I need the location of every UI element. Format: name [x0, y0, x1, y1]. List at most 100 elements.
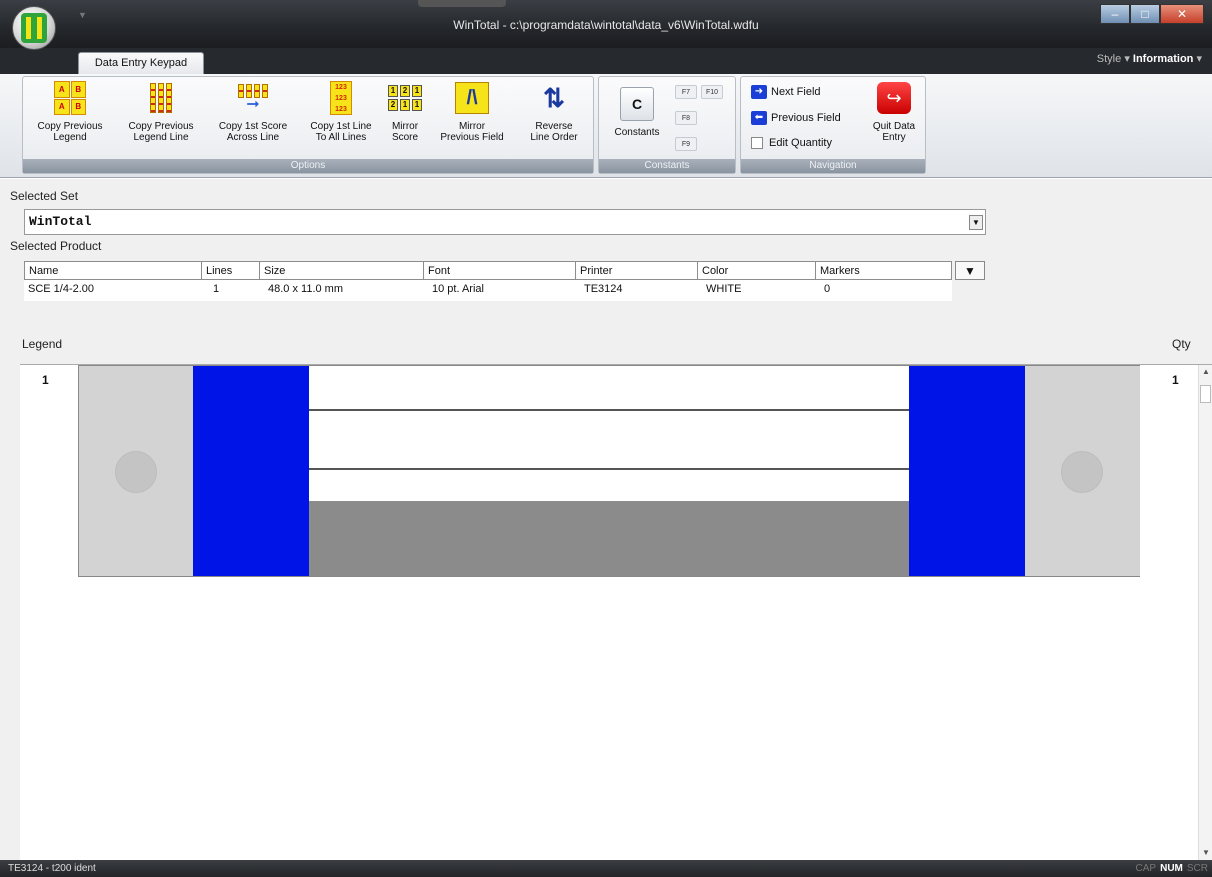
marker-band-right	[909, 366, 1025, 576]
constants-button[interactable]: C Constants	[605, 81, 669, 138]
f8-key[interactable]: F8	[675, 111, 697, 125]
copy-previous-legend-button[interactable]: ABAB Copy Previous Legend	[25, 81, 115, 143]
mirror-score-icon: 121211	[388, 85, 422, 111]
column-header-markers[interactable]: Markers	[815, 261, 952, 280]
status-indicators: CAP NUM SCR	[1136, 860, 1208, 877]
vertical-scrollbar[interactable]: ▲ ▼	[1198, 365, 1212, 861]
reverse-order-icon: ⇅	[543, 82, 565, 113]
button-label: Copy Previous	[128, 121, 194, 132]
arrow-left-icon: ⬅	[751, 111, 767, 125]
wintotal-logo-icon	[21, 13, 47, 43]
options-group: ABAB Copy Previous Legend Copy Previous …	[22, 76, 594, 174]
table-cell-name[interactable]: SCE 1/4-2.00	[24, 281, 201, 297]
legend-editor[interactable]: 1 1 ▲ ▼	[20, 364, 1212, 861]
scroll-down-icon[interactable]: ▼	[1202, 848, 1210, 857]
legend-quantity[interactable]: 1	[1172, 373, 1179, 387]
previous-field-button[interactable]: ⬅ Previous Field	[751, 111, 841, 125]
column-header-size[interactable]: Size	[259, 261, 423, 280]
column-header-printer[interactable]: Printer	[575, 261, 697, 280]
table-cell-lines[interactable]: 1	[209, 281, 259, 297]
chevron-down-icon[interactable]: ▼	[969, 215, 983, 230]
window-title: WinTotal - c:\programdata\wintotal\data_…	[453, 18, 759, 32]
f10-key[interactable]: F10	[701, 85, 723, 99]
mirror-score-button[interactable]: 121211 Mirror Score	[383, 81, 427, 143]
button-label: Entry	[882, 132, 906, 143]
maximize-button[interactable]: □	[1130, 4, 1160, 24]
scroll-thumb[interactable]	[1200, 385, 1211, 403]
f7-key[interactable]: F7	[675, 85, 697, 99]
mirror-field-icon: /\	[455, 82, 489, 114]
button-label: Copy Previous	[37, 121, 103, 132]
scroll-indicator: SCR	[1186, 863, 1208, 874]
exit-icon: ↪	[877, 82, 911, 114]
product-dropdown-button[interactable]: ▼	[955, 261, 985, 280]
copy-previous-legend-line-button[interactable]: Copy Previous Legend Line	[115, 81, 207, 143]
constants-group-label: Constants	[599, 159, 735, 173]
legend-field-line-1[interactable]	[309, 366, 909, 411]
legend-label: Legend	[22, 337, 63, 351]
copy-legend-icon: ABAB	[54, 81, 86, 115]
main-content: Selected Set WinTotal ▼ Selected Product…	[0, 179, 1212, 861]
button-label: Copy 1st Line	[310, 121, 372, 132]
button-label: Quit Data	[872, 121, 916, 132]
mounting-hole-right	[1061, 451, 1103, 493]
button-label: Mirror	[458, 121, 486, 132]
reverse-line-order-button[interactable]: ⇅ Reverse Line Order	[517, 81, 591, 144]
button-label: Mirror	[391, 121, 419, 132]
table-cell-size[interactable]: 48.0 x 11.0 mm	[264, 281, 424, 297]
checkbox-label: Edit Quantity	[769, 137, 832, 149]
column-header-name[interactable]: Name	[24, 261, 201, 280]
table-cell-font[interactable]: 10 pt. Arial	[428, 281, 576, 297]
legend-field-line-2[interactable]	[309, 411, 909, 470]
window-tab-stub	[418, 0, 506, 7]
checkbox-box[interactable]	[751, 137, 763, 149]
selected-set-label: Selected Set	[10, 189, 79, 203]
status-bar: TE3124 - t200 ident CAP NUM SCR	[0, 860, 1212, 877]
legend-row-number: 1	[42, 373, 49, 387]
selected-set-value: WinTotal	[29, 214, 92, 229]
marker-preview[interactable]	[78, 365, 1140, 577]
column-header-color[interactable]: Color	[697, 261, 815, 280]
column-header-font[interactable]: Font	[423, 261, 575, 280]
chevron-down-icon: ▾	[1196, 53, 1202, 65]
table-cell-color[interactable]: WHITE	[702, 281, 816, 297]
table-cell-printer[interactable]: TE3124	[580, 281, 698, 297]
marker-unprintable-area	[309, 501, 909, 576]
constants-key-icon: C	[620, 87, 654, 121]
mirror-previous-field-button[interactable]: /\ Mirror Previous Field	[427, 81, 517, 143]
quit-data-entry-button[interactable]: ↪ Quit Data Entry	[865, 81, 923, 143]
button-label: Previous Field	[440, 132, 504, 143]
chevron-down-icon: ▾	[1124, 53, 1130, 65]
minimize-button[interactable]: –	[1100, 4, 1130, 24]
tab-data-entry-keypad[interactable]: Data Entry Keypad	[78, 52, 204, 74]
application-menu-button[interactable]	[12, 6, 56, 50]
constants-group: C Constants F7 F10 F8 F9 Constants	[598, 76, 736, 174]
close-button[interactable]: ✕	[1160, 4, 1204, 24]
button-label: Previous Field	[771, 112, 841, 124]
copy-first-line-button[interactable]: 123 123 123 Copy 1st Line To All Lines	[299, 81, 383, 143]
column-header-lines[interactable]: Lines	[201, 261, 259, 280]
scroll-up-icon[interactable]: ▲	[1202, 367, 1210, 376]
status-text: TE3124 - t200 ident	[8, 863, 96, 874]
navigation-group-label: Navigation	[741, 159, 925, 173]
button-label: Line Order	[530, 132, 578, 143]
selected-set-dropdown[interactable]: WinTotal ▼	[24, 209, 986, 235]
legend-field-line-3[interactable]	[309, 470, 909, 501]
qty-label: Qty	[1172, 337, 1191, 351]
style-information-menu[interactable]: Style ▾ Information ▾	[1097, 52, 1202, 65]
window-controls: – □ ✕	[1100, 4, 1204, 24]
table-cell-markers[interactable]: 0	[820, 281, 950, 297]
button-label: Next Field	[771, 86, 821, 98]
num-indicator: NUM	[1160, 863, 1183, 874]
copy-first-score-button[interactable]: ➞ Copy 1st Score Across Line	[207, 81, 299, 143]
f9-key[interactable]: F9	[675, 137, 697, 151]
copy-legend-line-icon	[150, 83, 172, 113]
button-label: Across Line	[226, 132, 280, 143]
button-label: Score	[391, 132, 419, 143]
next-field-button[interactable]: ➜ Next Field	[751, 85, 821, 99]
information-menu-label[interactable]: Information	[1133, 53, 1194, 65]
style-menu-label[interactable]: Style	[1097, 53, 1121, 65]
edit-quantity-checkbox[interactable]: Edit Quantity	[751, 137, 832, 149]
product-grid[interactable]: Name Lines Size Font Printer Color Marke…	[24, 261, 952, 301]
mounting-hole-left	[115, 451, 157, 493]
